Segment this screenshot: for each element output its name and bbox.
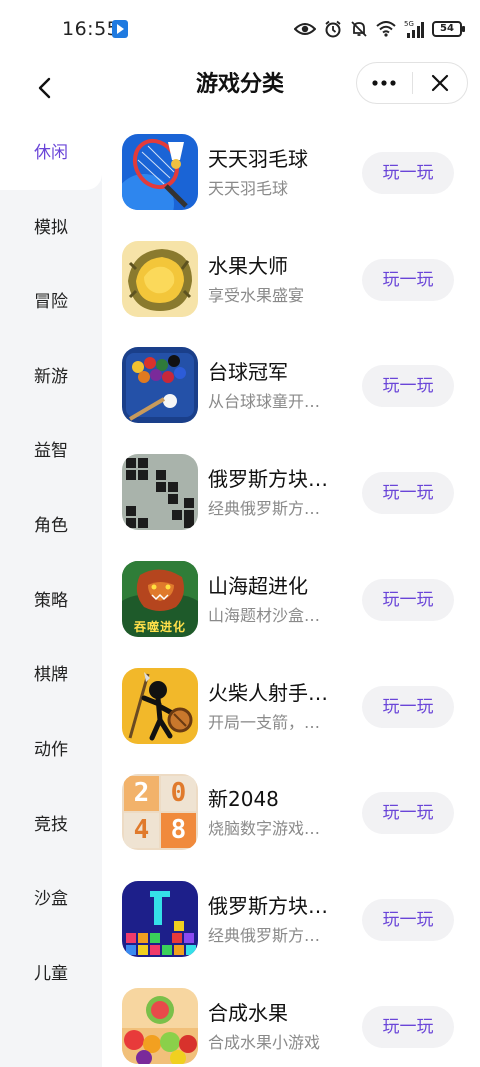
sidebar-item-puzzle[interactable]: 益智 — [0, 431, 102, 471]
game-row[interactable]: 火柴人射手… 开局一支箭，… 玩一玩 — [102, 650, 480, 756]
sidebar-item-adventure[interactable]: 冒险 — [0, 282, 102, 322]
mute-icon — [351, 21, 367, 37]
play-button[interactable]: 玩一玩 — [362, 1006, 454, 1048]
game-desc: 经典俄罗斯方… — [208, 926, 321, 945]
game-row[interactable]: 台球冠军 从台球球童开… 玩一玩 — [102, 329, 480, 435]
sidebar-item-rpg[interactable]: 角色 — [0, 506, 102, 546]
sidebar-item-strategy[interactable]: 策略 — [0, 581, 102, 621]
game-row[interactable]: 天天羽毛球 天天羽毛球 玩一玩 — [102, 116, 480, 222]
game-desc: 山海题材沙盒… — [208, 606, 321, 625]
tile-4: 4 — [124, 813, 159, 848]
game-desc: 天天羽毛球 — [208, 179, 289, 198]
stickman-archer-icon — [122, 668, 198, 744]
tetris-neon-icon — [122, 881, 198, 957]
play-button[interactable]: 玩一玩 — [362, 579, 454, 621]
battery-icon: 54 — [432, 21, 465, 37]
sidebar-item-new-games[interactable]: 新游 — [0, 357, 102, 397]
sidebar-item-competitive[interactable]: 竞技 — [0, 805, 102, 845]
sidebar-item-kids[interactable]: 儿童 — [0, 954, 102, 994]
status-icons: 5G 54 — [294, 18, 465, 40]
game-row[interactable]: 吞噬进化 山海超进化 山海题材沙盒… 玩一玩 — [102, 543, 480, 649]
game-name: 新2048 — [208, 787, 279, 811]
sidebar-item-sandbox[interactable]: 沙盒 — [0, 879, 102, 919]
status-bar: 16:55 5G 54 — [0, 0, 480, 60]
game-desc: 合成水果小游戏 — [208, 1033, 321, 1052]
wifi-icon — [376, 21, 396, 37]
tile-8: 8 — [161, 813, 196, 848]
game-name: 水果大师 — [208, 254, 288, 278]
badminton-icon — [122, 134, 198, 210]
sidebar-item-casual[interactable]: 休闲 — [0, 133, 102, 173]
game-desc: 从台球球童开… — [208, 392, 321, 411]
game-desc: 享受水果盛宴 — [208, 286, 305, 305]
alarm-icon — [325, 20, 341, 38]
game-desc: 烧脑数字游戏… — [208, 819, 321, 838]
more-button[interactable] — [357, 63, 412, 103]
2048-icon: 2 0 4 8 — [122, 774, 198, 850]
eye-icon — [294, 23, 316, 35]
game-name: 台球冠军 — [208, 360, 288, 384]
play-button[interactable]: 玩一玩 — [362, 365, 454, 407]
tile-0: 0 — [161, 776, 196, 811]
game-name: 山海超进化 — [208, 574, 308, 598]
game-name: 火柴人射手… — [208, 681, 328, 705]
beast-icon-caption: 吞噬进化 — [133, 620, 186, 634]
mini-program-capsule — [356, 62, 468, 104]
close-button[interactable] — [413, 63, 468, 103]
play-button[interactable]: 玩一玩 — [362, 152, 454, 194]
billiards-icon — [122, 347, 198, 423]
header: 游戏分类 — [0, 60, 480, 116]
fruit-merge-icon — [122, 988, 198, 1064]
durian-icon — [122, 241, 198, 317]
play-button[interactable]: 玩一玩 — [362, 259, 454, 301]
game-row[interactable]: 俄罗斯方块… 经典俄罗斯方… 玩一玩 — [102, 436, 480, 542]
game-row[interactable]: 水果大师 享受水果盛宴 玩一玩 — [102, 223, 480, 329]
game-row[interactable]: 2 0 4 8 新2048 烧脑数字游戏… 玩一玩 — [102, 756, 480, 862]
play-button[interactable]: 玩一玩 — [362, 792, 454, 834]
5g-signal-icon: 5G — [404, 20, 424, 38]
app-notification-icon — [112, 20, 128, 38]
game-list: 天天羽毛球 天天羽毛球 玩一玩 水果大师 享受水果盛宴 玩一玩 台球冠军 从台球… — [102, 116, 480, 1067]
tile-2: 2 — [124, 776, 159, 811]
status-time: 16:55 — [62, 18, 120, 40]
game-desc: 开局一支箭，… — [208, 713, 321, 732]
close-icon — [431, 74, 448, 92]
beast-icon: 吞噬进化 — [122, 561, 198, 637]
game-row[interactable]: 俄罗斯方块… 经典俄罗斯方… 玩一玩 — [102, 863, 480, 969]
game-name: 俄罗斯方块… — [208, 467, 328, 491]
game-desc: 经典俄罗斯方… — [208, 499, 321, 518]
sidebar-item-board-card[interactable]: 棋牌 — [0, 655, 102, 695]
more-dots-icon — [372, 80, 396, 86]
play-button[interactable]: 玩一玩 — [362, 472, 454, 514]
sidebar-item-action[interactable]: 动作 — [0, 730, 102, 770]
game-name: 天天羽毛球 — [208, 147, 308, 171]
game-name: 俄罗斯方块… — [208, 894, 328, 918]
play-button[interactable]: 玩一玩 — [362, 899, 454, 941]
game-row[interactable]: 合成水果 合成水果小游戏 玩一玩 — [102, 970, 480, 1067]
tetris-retro-icon — [122, 454, 198, 530]
play-button[interactable]: 玩一玩 — [362, 686, 454, 728]
sidebar-item-simulation[interactable]: 模拟 — [0, 208, 102, 248]
game-name: 合成水果 — [208, 1001, 288, 1025]
svg-text:5G: 5G — [404, 20, 414, 28]
